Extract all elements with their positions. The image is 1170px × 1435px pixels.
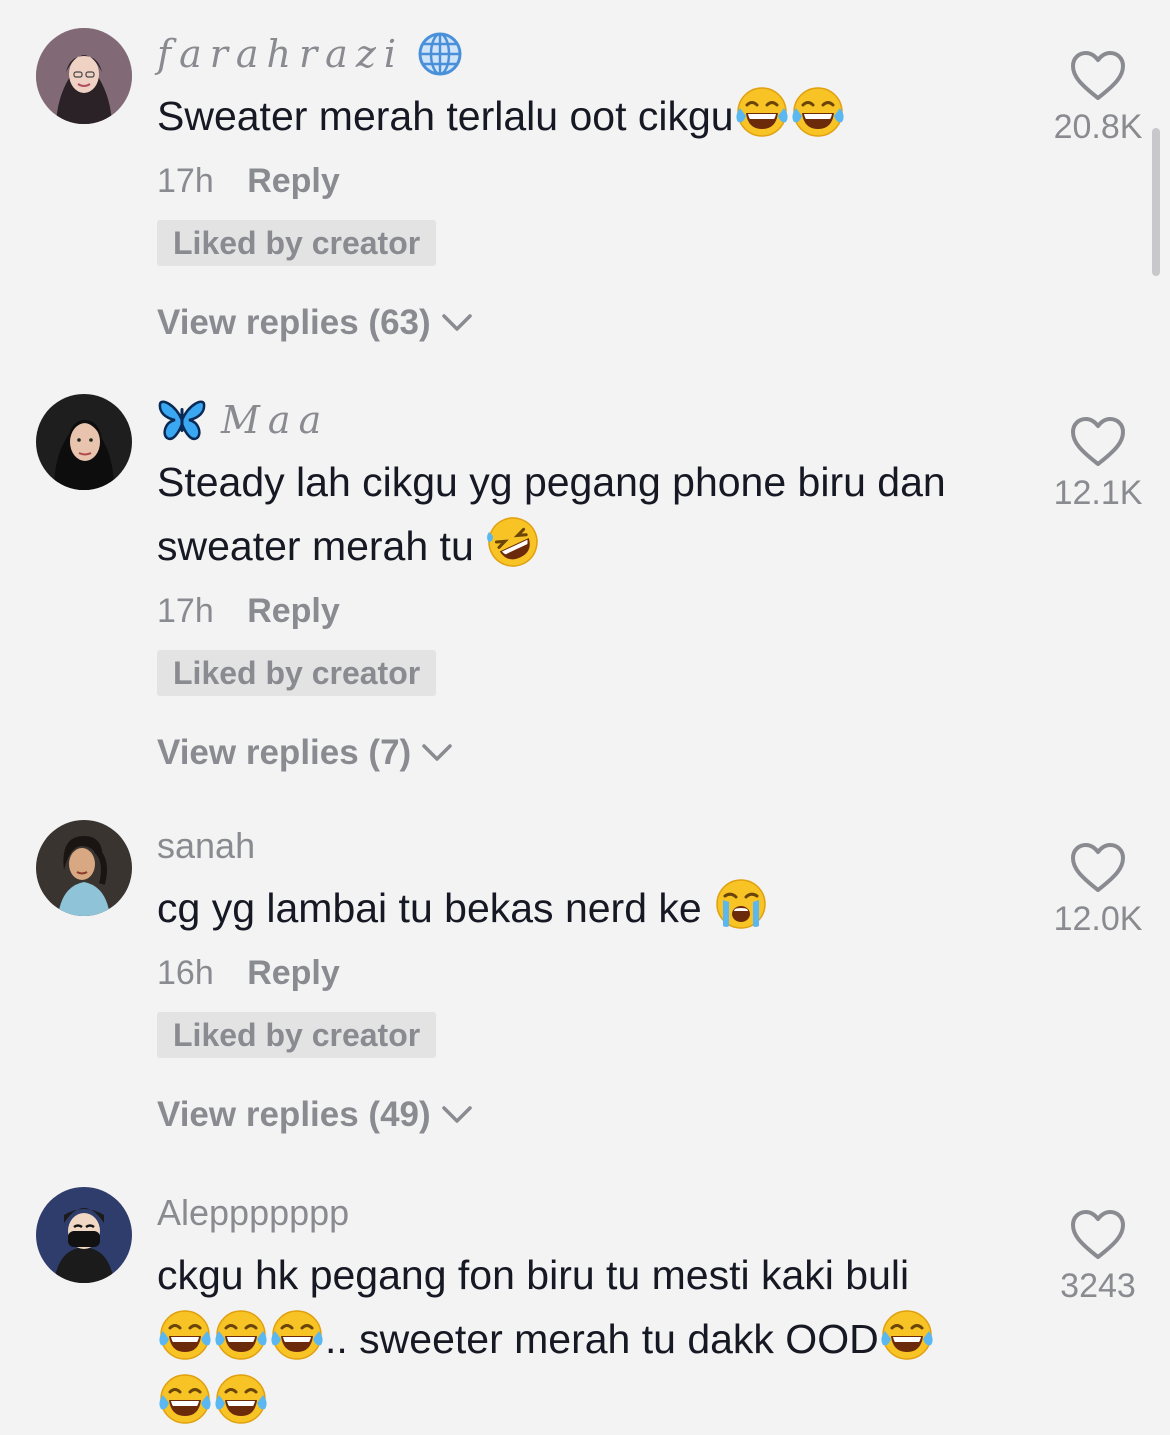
comment-body: sanah cg yg lambai tu bekas nerd ke 16h … bbox=[157, 820, 1037, 1138]
like-count: 3243 bbox=[1060, 1267, 1136, 1305]
like-control: 12.1K bbox=[1040, 416, 1156, 513]
face-with-tears-of-joy-emoji bbox=[269, 1307, 325, 1363]
globe-icon bbox=[416, 30, 464, 78]
comment-body: Maa Steady lah cikgu yg pegang phone bir… bbox=[157, 394, 1037, 776]
username-text: Maa bbox=[221, 398, 330, 442]
face-with-tears-of-joy-emoji bbox=[734, 84, 790, 140]
avatar[interactable] bbox=[36, 394, 132, 490]
scrollbar[interactable] bbox=[1152, 128, 1160, 276]
comment-meta: 17h Reply bbox=[157, 158, 1037, 204]
comment-text-part: cg yg lambai tu bekas nerd ke bbox=[157, 885, 714, 931]
chevron-down-icon bbox=[441, 312, 473, 334]
username-text: Aleppppppp bbox=[157, 1192, 350, 1233]
comment-text-part: ckgu hk pegang fon biru tu mesti kaki bu… bbox=[157, 1252, 910, 1298]
heart-outline-icon[interactable] bbox=[1070, 50, 1126, 102]
face-with-tears-of-joy-emoji bbox=[213, 1307, 269, 1363]
username[interactable]: Aleppppppp bbox=[157, 1187, 1037, 1239]
like-count: 12.0K bbox=[1053, 900, 1143, 938]
username[interactable]: farahrazi bbox=[157, 28, 1037, 80]
comment-text-part: Sweater merah terlalu oot cikgu bbox=[157, 93, 734, 139]
timestamp: 17h bbox=[157, 592, 214, 630]
chevron-down-icon bbox=[441, 1104, 473, 1126]
reply-button[interactable]: Reply bbox=[247, 954, 340, 992]
like-control: 12.0K bbox=[1040, 842, 1156, 939]
avatar[interactable] bbox=[36, 1187, 132, 1283]
timestamp: 16h bbox=[157, 954, 214, 992]
like-count: 12.1K bbox=[1053, 474, 1143, 512]
view-replies-label: View replies (49) bbox=[157, 1095, 431, 1134]
like-count: 20.8K bbox=[1053, 108, 1143, 146]
heart-outline-icon[interactable] bbox=[1070, 416, 1126, 468]
blue-butterfly-icon bbox=[157, 398, 207, 442]
face-with-tears-of-joy-emoji bbox=[790, 84, 846, 140]
chevron-down-icon bbox=[421, 742, 453, 764]
like-control: 3243 bbox=[1040, 1209, 1156, 1306]
comment-meta: 17h Reply bbox=[157, 588, 1037, 634]
avatar[interactable] bbox=[36, 28, 132, 124]
heart-outline-icon[interactable] bbox=[1070, 1209, 1126, 1261]
like-control: 20.8K bbox=[1040, 50, 1156, 147]
liked-by-creator-badge: Liked by creator bbox=[157, 1012, 437, 1058]
comment-body: Aleppppppp ckgu hk pegang fon biru tu me… bbox=[157, 1187, 1037, 1435]
face-with-tears-of-joy-emoji bbox=[213, 1371, 269, 1427]
comment-text-part: .. sweeter merah tu dakk OOD bbox=[325, 1316, 879, 1362]
username-text: sanah bbox=[157, 825, 256, 866]
liked-by-creator-badge: Liked by creator bbox=[157, 650, 437, 696]
username[interactable]: sanah bbox=[157, 820, 1037, 872]
face-with-tears-of-joy-emoji bbox=[157, 1371, 213, 1427]
comment-body: farahrazi Sweater merah terlalu oot cikg… bbox=[157, 28, 1037, 346]
rolling-on-floor-laughing-emoji bbox=[485, 514, 541, 570]
view-replies-button[interactable]: View replies (49) bbox=[157, 1092, 1037, 1138]
comment-text: cg yg lambai tu bekas nerd ke bbox=[157, 876, 1037, 940]
comment-text: Steady lah cikgu yg pegang phone biru da… bbox=[157, 450, 1037, 578]
comment-text: ckgu hk pegang fon biru tu mesti kaki bu… bbox=[157, 1243, 1037, 1435]
view-replies-label: View replies (7) bbox=[157, 733, 412, 772]
avatar[interactable] bbox=[36, 820, 132, 916]
view-replies-button[interactable]: View replies (7) bbox=[157, 730, 1037, 776]
username-text: farahrazi bbox=[157, 32, 405, 76]
view-replies-button[interactable]: View replies (63) bbox=[157, 300, 1037, 346]
heart-outline-icon[interactable] bbox=[1070, 842, 1126, 894]
username[interactable]: Maa bbox=[157, 394, 1037, 446]
liked-by-creator-badge: Liked by creator bbox=[157, 220, 437, 266]
view-replies-label: View replies (63) bbox=[157, 303, 431, 342]
comment-meta: 16h Reply bbox=[157, 950, 1037, 996]
loudly-crying-face-emoji bbox=[713, 876, 769, 932]
comment-text-part: Steady lah cikgu yg pegang phone biru da… bbox=[157, 459, 946, 569]
comment-text: Sweater merah terlalu oot cikgu bbox=[157, 84, 1037, 148]
face-with-tears-of-joy-emoji bbox=[879, 1307, 935, 1363]
timestamp: 17h bbox=[157, 162, 214, 200]
face-with-tears-of-joy-emoji bbox=[157, 1307, 213, 1363]
reply-button[interactable]: Reply bbox=[247, 162, 340, 200]
reply-button[interactable]: Reply bbox=[247, 592, 340, 630]
